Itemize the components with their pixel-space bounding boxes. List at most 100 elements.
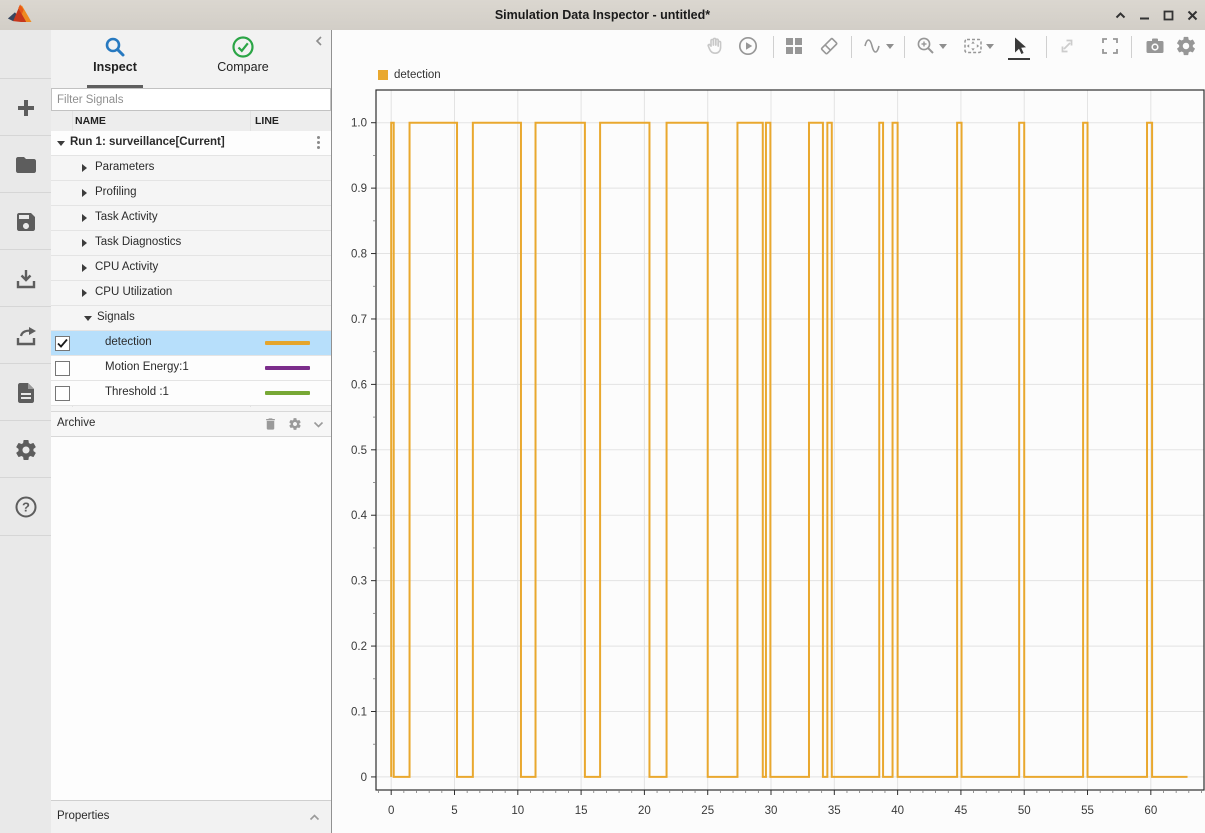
signal-wave-icon[interactable] <box>862 35 884 57</box>
add-icon <box>14 96 38 120</box>
gear-icon[interactable] <box>288 417 302 436</box>
sidebar: Inspect Compare NAME LINE Run 1: surveil… <box>51 30 332 833</box>
export-button[interactable] <box>0 306 51 364</box>
signal-tree: Run 1: surveillance[Current] Parameters … <box>51 131 331 407</box>
tab-compare[interactable]: Compare <box>179 30 307 88</box>
kebab-menu-icon[interactable] <box>315 136 321 151</box>
close-icon[interactable] <box>1184 7 1201 24</box>
signal-row-motion-energy[interactable]: Motion Energy:1 <box>51 356 331 381</box>
tab-inspect-label: Inspect <box>51 60 179 74</box>
tree-row-task-activity[interactable]: Task Activity <box>51 206 331 231</box>
camera-icon[interactable] <box>1144 35 1166 57</box>
chart-panel: detection 05101520253035404550556000.10.… <box>332 30 1205 833</box>
svg-text:20: 20 <box>638 805 651 817</box>
maximize-icon[interactable] <box>1160 7 1177 24</box>
check-circle-icon <box>179 35 307 59</box>
archive-bar[interactable]: Archive <box>51 411 331 437</box>
svg-text:1.0: 1.0 <box>351 118 367 130</box>
checkbox-unchecked[interactable] <box>55 386 70 401</box>
tree-row-run[interactable]: Run 1: surveillance[Current] <box>51 131 331 156</box>
caret-down-icon[interactable] <box>986 44 994 49</box>
svg-text:0.8: 0.8 <box>351 249 367 261</box>
properties-label: Properties <box>57 810 109 822</box>
line-swatch <box>265 366 310 370</box>
help-button[interactable]: ? <box>0 477 51 536</box>
replay-icon[interactable] <box>737 35 759 57</box>
chevron-collapsed-icon[interactable] <box>82 264 87 272</box>
magnifier-icon <box>51 35 179 59</box>
expand-icon <box>1056 35 1078 57</box>
svg-text:10: 10 <box>511 805 524 817</box>
fit-to-view-icon[interactable] <box>962 35 984 57</box>
chevron-down-icon[interactable] <box>312 418 325 436</box>
svg-text:30: 30 <box>765 805 778 817</box>
svg-text:?: ? <box>22 499 30 514</box>
layout-grid-icon[interactable] <box>783 35 805 57</box>
properties-bar[interactable]: Properties <box>51 800 331 833</box>
export-icon <box>14 324 38 348</box>
minimize-icon[interactable] <box>1136 7 1153 24</box>
chevron-collapsed-icon[interactable] <box>82 214 87 222</box>
svg-text:15: 15 <box>575 805 588 817</box>
tree-row-parameters[interactable]: Parameters <box>51 156 331 181</box>
legend-label: detection <box>394 69 441 81</box>
chevron-expanded-icon[interactable] <box>84 316 92 321</box>
trash-icon[interactable] <box>263 416 278 437</box>
tree-row-cpu-activity[interactable]: CPU Activity <box>51 256 331 281</box>
chevron-expanded-icon[interactable] <box>57 141 65 146</box>
add-button[interactable] <box>0 78 51 136</box>
archive-label: Archive <box>57 417 95 429</box>
line-swatch <box>265 341 310 345</box>
svg-text:0: 0 <box>361 772 367 784</box>
mode-tabs: Inspect Compare <box>51 30 331 88</box>
caret-down-icon[interactable] <box>939 44 947 49</box>
chevron-collapsed-icon[interactable] <box>82 289 87 297</box>
chevron-collapsed-icon[interactable] <box>82 164 87 172</box>
legend-swatch <box>378 70 388 80</box>
report-button[interactable] <box>0 363 51 421</box>
svg-text:0.4: 0.4 <box>351 510 368 522</box>
svg-text:50: 50 <box>1018 805 1031 817</box>
svg-text:0.7: 0.7 <box>351 314 367 326</box>
chevron-collapsed-icon[interactable] <box>82 239 87 247</box>
open-button[interactable] <box>0 135 51 193</box>
keep-above-icon[interactable] <box>1112 7 1129 24</box>
import-button[interactable] <box>0 249 51 307</box>
zoom-in-icon[interactable] <box>915 35 937 57</box>
active-tool-underline <box>1008 58 1030 60</box>
eraser-icon[interactable] <box>818 35 840 57</box>
tree-row-profiling[interactable]: Profiling <box>51 181 331 206</box>
settings-gear-icon[interactable] <box>1175 35 1197 57</box>
chevron-up-icon[interactable] <box>308 811 321 829</box>
tree-row-signals[interactable]: Signals <box>51 306 331 331</box>
signal-row-threshold[interactable]: Threshold :1 <box>51 381 331 406</box>
preferences-button[interactable] <box>0 420 51 478</box>
report-icon <box>14 381 38 405</box>
svg-text:0: 0 <box>388 805 394 817</box>
search-input[interactable] <box>51 88 331 111</box>
svg-text:5: 5 <box>451 805 457 817</box>
signal-row-detection[interactable]: detection <box>51 331 331 356</box>
signal-plot[interactable]: 05101520253035404550556000.10.20.30.40.5… <box>336 86 1205 833</box>
caret-down-icon[interactable] <box>886 44 894 49</box>
line-swatch <box>265 391 310 395</box>
fullscreen-icon[interactable] <box>1099 35 1121 57</box>
window-controls <box>1112 0 1201 30</box>
import-icon <box>14 267 38 291</box>
checkbox-unchecked[interactable] <box>55 361 70 376</box>
chart-toolbar <box>332 30 1205 62</box>
chevron-collapsed-icon[interactable] <box>82 189 87 197</box>
tree-row-cpu-utilization[interactable]: CPU Utilization <box>51 281 331 306</box>
tree-row-task-diagnostics[interactable]: Task Diagnostics <box>51 231 331 256</box>
run-label: Run 1: surveillance[Current] <box>70 136 225 148</box>
svg-text:0.2: 0.2 <box>351 641 367 653</box>
pointer-icon[interactable] <box>1008 35 1030 57</box>
preferences-gear-icon <box>14 438 38 462</box>
tab-inspect[interactable]: Inspect <box>51 30 179 88</box>
plot-legend: detection <box>378 69 441 81</box>
checkbox-checked[interactable] <box>55 336 70 351</box>
save-button[interactable] <box>0 192 51 250</box>
collapse-panel-icon[interactable] <box>313 34 325 52</box>
svg-text:0.1: 0.1 <box>351 707 367 719</box>
column-line: LINE <box>255 115 279 127</box>
